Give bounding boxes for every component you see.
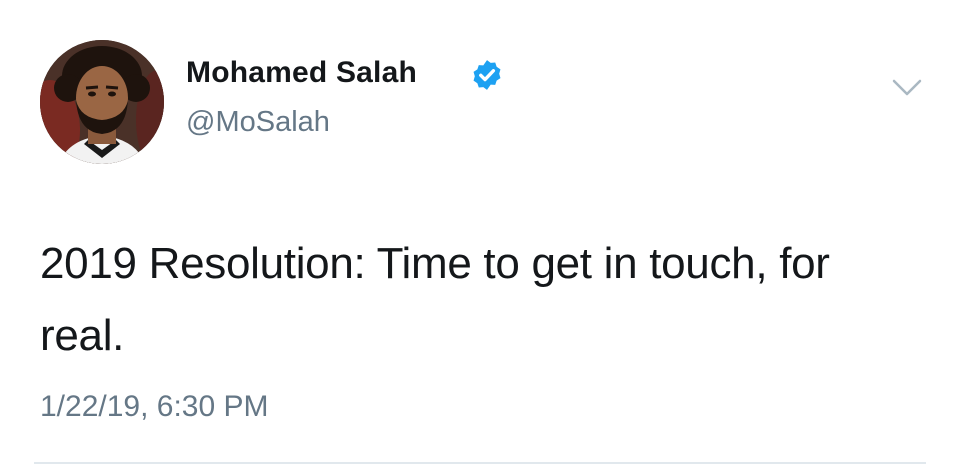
divider [34,462,926,464]
tweet-timestamp[interactable]: 1/22/19, 6:30 PM [40,390,269,424]
avatar-photo [40,40,164,164]
user-handle[interactable]: @MoSalah [186,106,330,139]
chevron-down-icon[interactable] [890,70,924,104]
tweet-card: Mohamed Salah @MoSalah 2019 Resolution: … [0,0,960,472]
display-name[interactable]: Mohamed Salah [186,56,417,90]
verified-badge-icon [473,60,501,90]
avatar[interactable] [40,40,164,164]
tweet-text: 2019 Resolution: Time to get in touch, f… [40,239,830,360]
